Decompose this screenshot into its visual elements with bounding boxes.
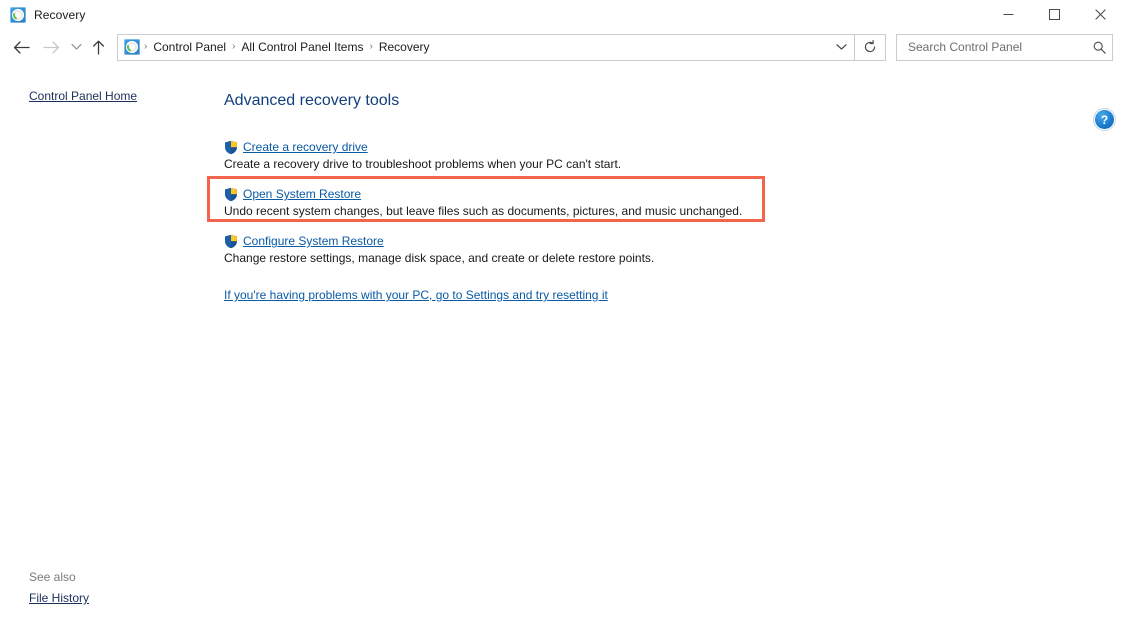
tool-configure-system-restore: Configure System Restore Change restore … [224,233,1123,266]
sidebar-item-control-panel-home[interactable]: Control Panel Home [0,87,222,105]
tool-spacer [224,219,1123,233]
see-also-section: See also File History [0,568,222,609]
link-reset-pc-settings[interactable]: If you're having problems with your PC, … [224,287,608,303]
tool-description: Change restore settings, manage disk spa… [224,250,1123,266]
content-area: Control Panel Home See also File History… [0,65,1123,632]
help-icon[interactable]: ? [1095,110,1114,129]
tool-create-recovery-drive: Create a recovery drive Create a recover… [224,139,1123,172]
forward-button[interactable] [36,32,66,62]
link-configure-system-restore[interactable]: Configure System Restore [243,233,384,249]
back-button[interactable] [6,32,36,62]
navigation-bar: › Control Panel › All Control Panel Item… [0,29,1123,65]
address-bar-icon [124,39,140,55]
see-also-heading: See also [0,568,222,587]
close-button[interactable] [1077,0,1123,29]
tool-description: Undo recent system changes, but leave fi… [224,203,1123,219]
up-button[interactable] [86,32,110,62]
window-controls [985,0,1123,29]
breadcrumb-control-panel[interactable]: Control Panel [148,40,231,54]
chevron-down-icon[interactable] [828,36,854,59]
window-title: Recovery [34,8,85,22]
search-icon[interactable] [1093,41,1106,54]
uac-shield-icon [224,234,238,249]
tool-header: Create a recovery drive [224,139,1123,155]
breadcrumb-recovery[interactable]: Recovery [374,40,435,54]
link-create-a-recovery-drive[interactable]: Create a recovery drive [243,139,368,155]
tool-header: Configure System Restore [224,233,1123,249]
recovery-icon [10,7,26,23]
breadcrumb-all-control-panel-items[interactable]: All Control Panel Items [236,40,368,54]
tool-spacer [224,172,1123,186]
uac-shield-icon [224,187,238,202]
uac-shield-icon [224,140,238,155]
sidebar: Control Panel Home See also File History [0,65,222,632]
sidebar-item-file-history[interactable]: File History [0,587,222,609]
title-bar: Recovery [0,0,1123,29]
recent-locations-button[interactable] [66,32,86,62]
tool-open-system-restore: Open System Restore Undo recent system c… [224,186,1123,219]
search-box[interactable] [896,34,1113,61]
main-pane: ? Advanced recovery tools Create a recov… [222,65,1123,632]
tool-header: Open System Restore [224,186,1123,202]
maximize-button[interactable] [1031,0,1077,29]
page-title: Advanced recovery tools [224,91,1123,111]
tools-list: Create a recovery drive Create a recover… [224,139,1123,303]
search-input[interactable] [906,39,1093,55]
refresh-button[interactable] [855,34,886,61]
minimize-button[interactable] [985,0,1031,29]
tool-description: Create a recovery drive to troubleshoot … [224,156,1123,172]
link-open-system-restore[interactable]: Open System Restore [243,186,361,202]
address-bar[interactable]: › Control Panel › All Control Panel Item… [117,34,855,61]
title-bar-left: Recovery [0,7,85,23]
